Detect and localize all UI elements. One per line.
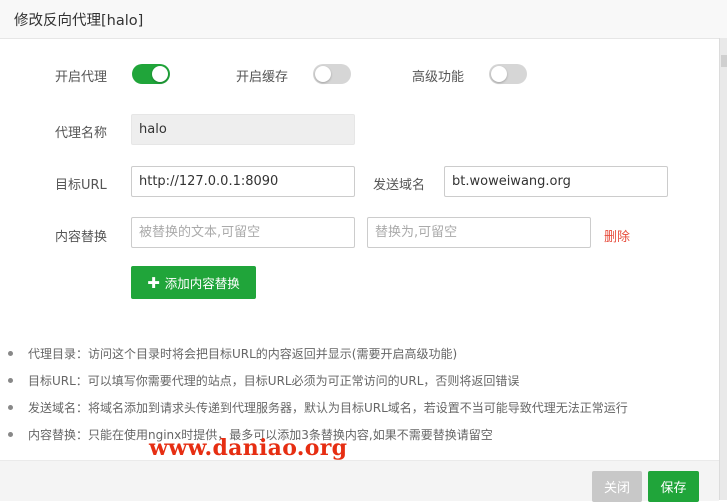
advanced-label: 高级功能: [412, 70, 465, 85]
tip-text: 发送域名：将域名添加到请求头传递到代理服务器，默认为目标URL域名，若设置不当可…: [28, 401, 628, 415]
scrollbar-thumb[interactable]: [721, 55, 727, 67]
enable-cache-toggle[interactable]: [313, 64, 351, 84]
scrollbar[interactable]: [719, 38, 727, 500]
send-domain-input[interactable]: [444, 166, 668, 197]
toggle-knob: [315, 66, 331, 82]
target-url-input[interactable]: [131, 166, 355, 197]
target-url-label: 目标URL: [55, 178, 107, 193]
proxy-name-field: halo: [131, 114, 355, 145]
dialog-title: 修改反向代理[halo]: [14, 13, 144, 29]
plus-icon: ✚: [147, 273, 160, 292]
enable-proxy-toggle[interactable]: [132, 64, 170, 84]
enable-cache-label: 开启缓存: [236, 70, 289, 85]
bullet-icon: [8, 378, 13, 383]
tip-text: 代理目录：访问这个目录时将会把目标URL的内容返回并显示(需要开启高级功能): [28, 347, 458, 361]
bullet-icon: [8, 432, 13, 437]
replace-to-input[interactable]: [367, 217, 591, 248]
bullet-icon: [8, 405, 13, 410]
watermark-text: www.daniao.org: [149, 435, 348, 461]
toggle-knob: [491, 66, 507, 82]
dialog-titlebar: 修改反向代理[halo]: [0, 0, 727, 39]
bullet-icon: [8, 351, 13, 356]
add-content-replace-label: 添加内容替换: [164, 276, 240, 291]
replace-from-input[interactable]: [131, 217, 355, 248]
enable-proxy-label: 开启代理: [55, 70, 108, 85]
content-replace-label: 内容替换: [55, 230, 108, 245]
tip-text: 目标URL：可以填写你需要代理的站点，目标URL必须为可正常访问的URL，否则将…: [28, 374, 520, 388]
toggle-knob: [152, 66, 168, 82]
dialog-footer: 关闭 保存: [0, 460, 719, 502]
send-domain-label: 发送域名: [373, 178, 426, 193]
advanced-toggle[interactable]: [489, 64, 527, 84]
proxy-name-label: 代理名称: [55, 126, 108, 141]
save-button[interactable]: 保存: [648, 471, 699, 502]
close-button[interactable]: 关闭: [592, 471, 642, 502]
add-content-replace-button[interactable]: ✚ 添加内容替换: [131, 266, 256, 299]
delete-replace-link[interactable]: 删除: [604, 226, 630, 245]
